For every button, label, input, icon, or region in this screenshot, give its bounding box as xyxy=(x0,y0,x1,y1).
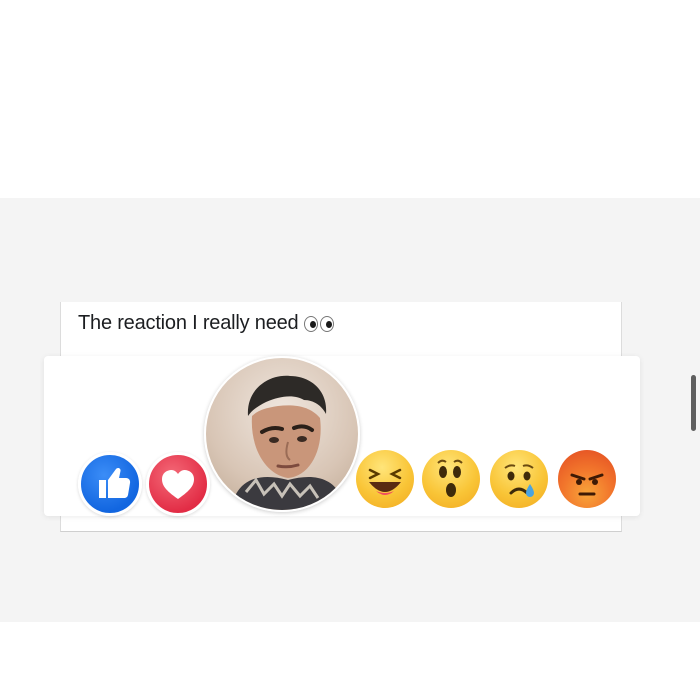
angry-face-icon xyxy=(570,473,604,496)
left-eye-icon xyxy=(304,315,319,332)
angry-reaction-button[interactable] xyxy=(558,450,616,508)
scrollbar[interactable] xyxy=(691,375,696,431)
person-face-icon xyxy=(236,375,340,510)
post-text: The reaction I really need xyxy=(78,312,299,334)
surprised-face-icon xyxy=(437,459,463,497)
thumbs-up-icon xyxy=(99,467,131,498)
love-reaction-button[interactable] xyxy=(146,452,210,516)
page: The reaction I really need xyxy=(0,0,700,700)
laughing-face-icon xyxy=(368,468,402,495)
right-eye-icon xyxy=(320,315,335,332)
wow-reaction-button[interactable] xyxy=(422,450,480,508)
sad-reaction-button[interactable] xyxy=(490,450,548,508)
person-face-avatar[interactable] xyxy=(204,356,360,512)
haha-reaction-button[interactable] xyxy=(356,450,414,508)
eyes-icon xyxy=(304,315,335,332)
heart-icon xyxy=(162,470,194,499)
post-text-row: The reaction I really need xyxy=(78,312,335,335)
crying-face-icon xyxy=(504,464,534,497)
like-reaction-button[interactable] xyxy=(78,452,142,516)
